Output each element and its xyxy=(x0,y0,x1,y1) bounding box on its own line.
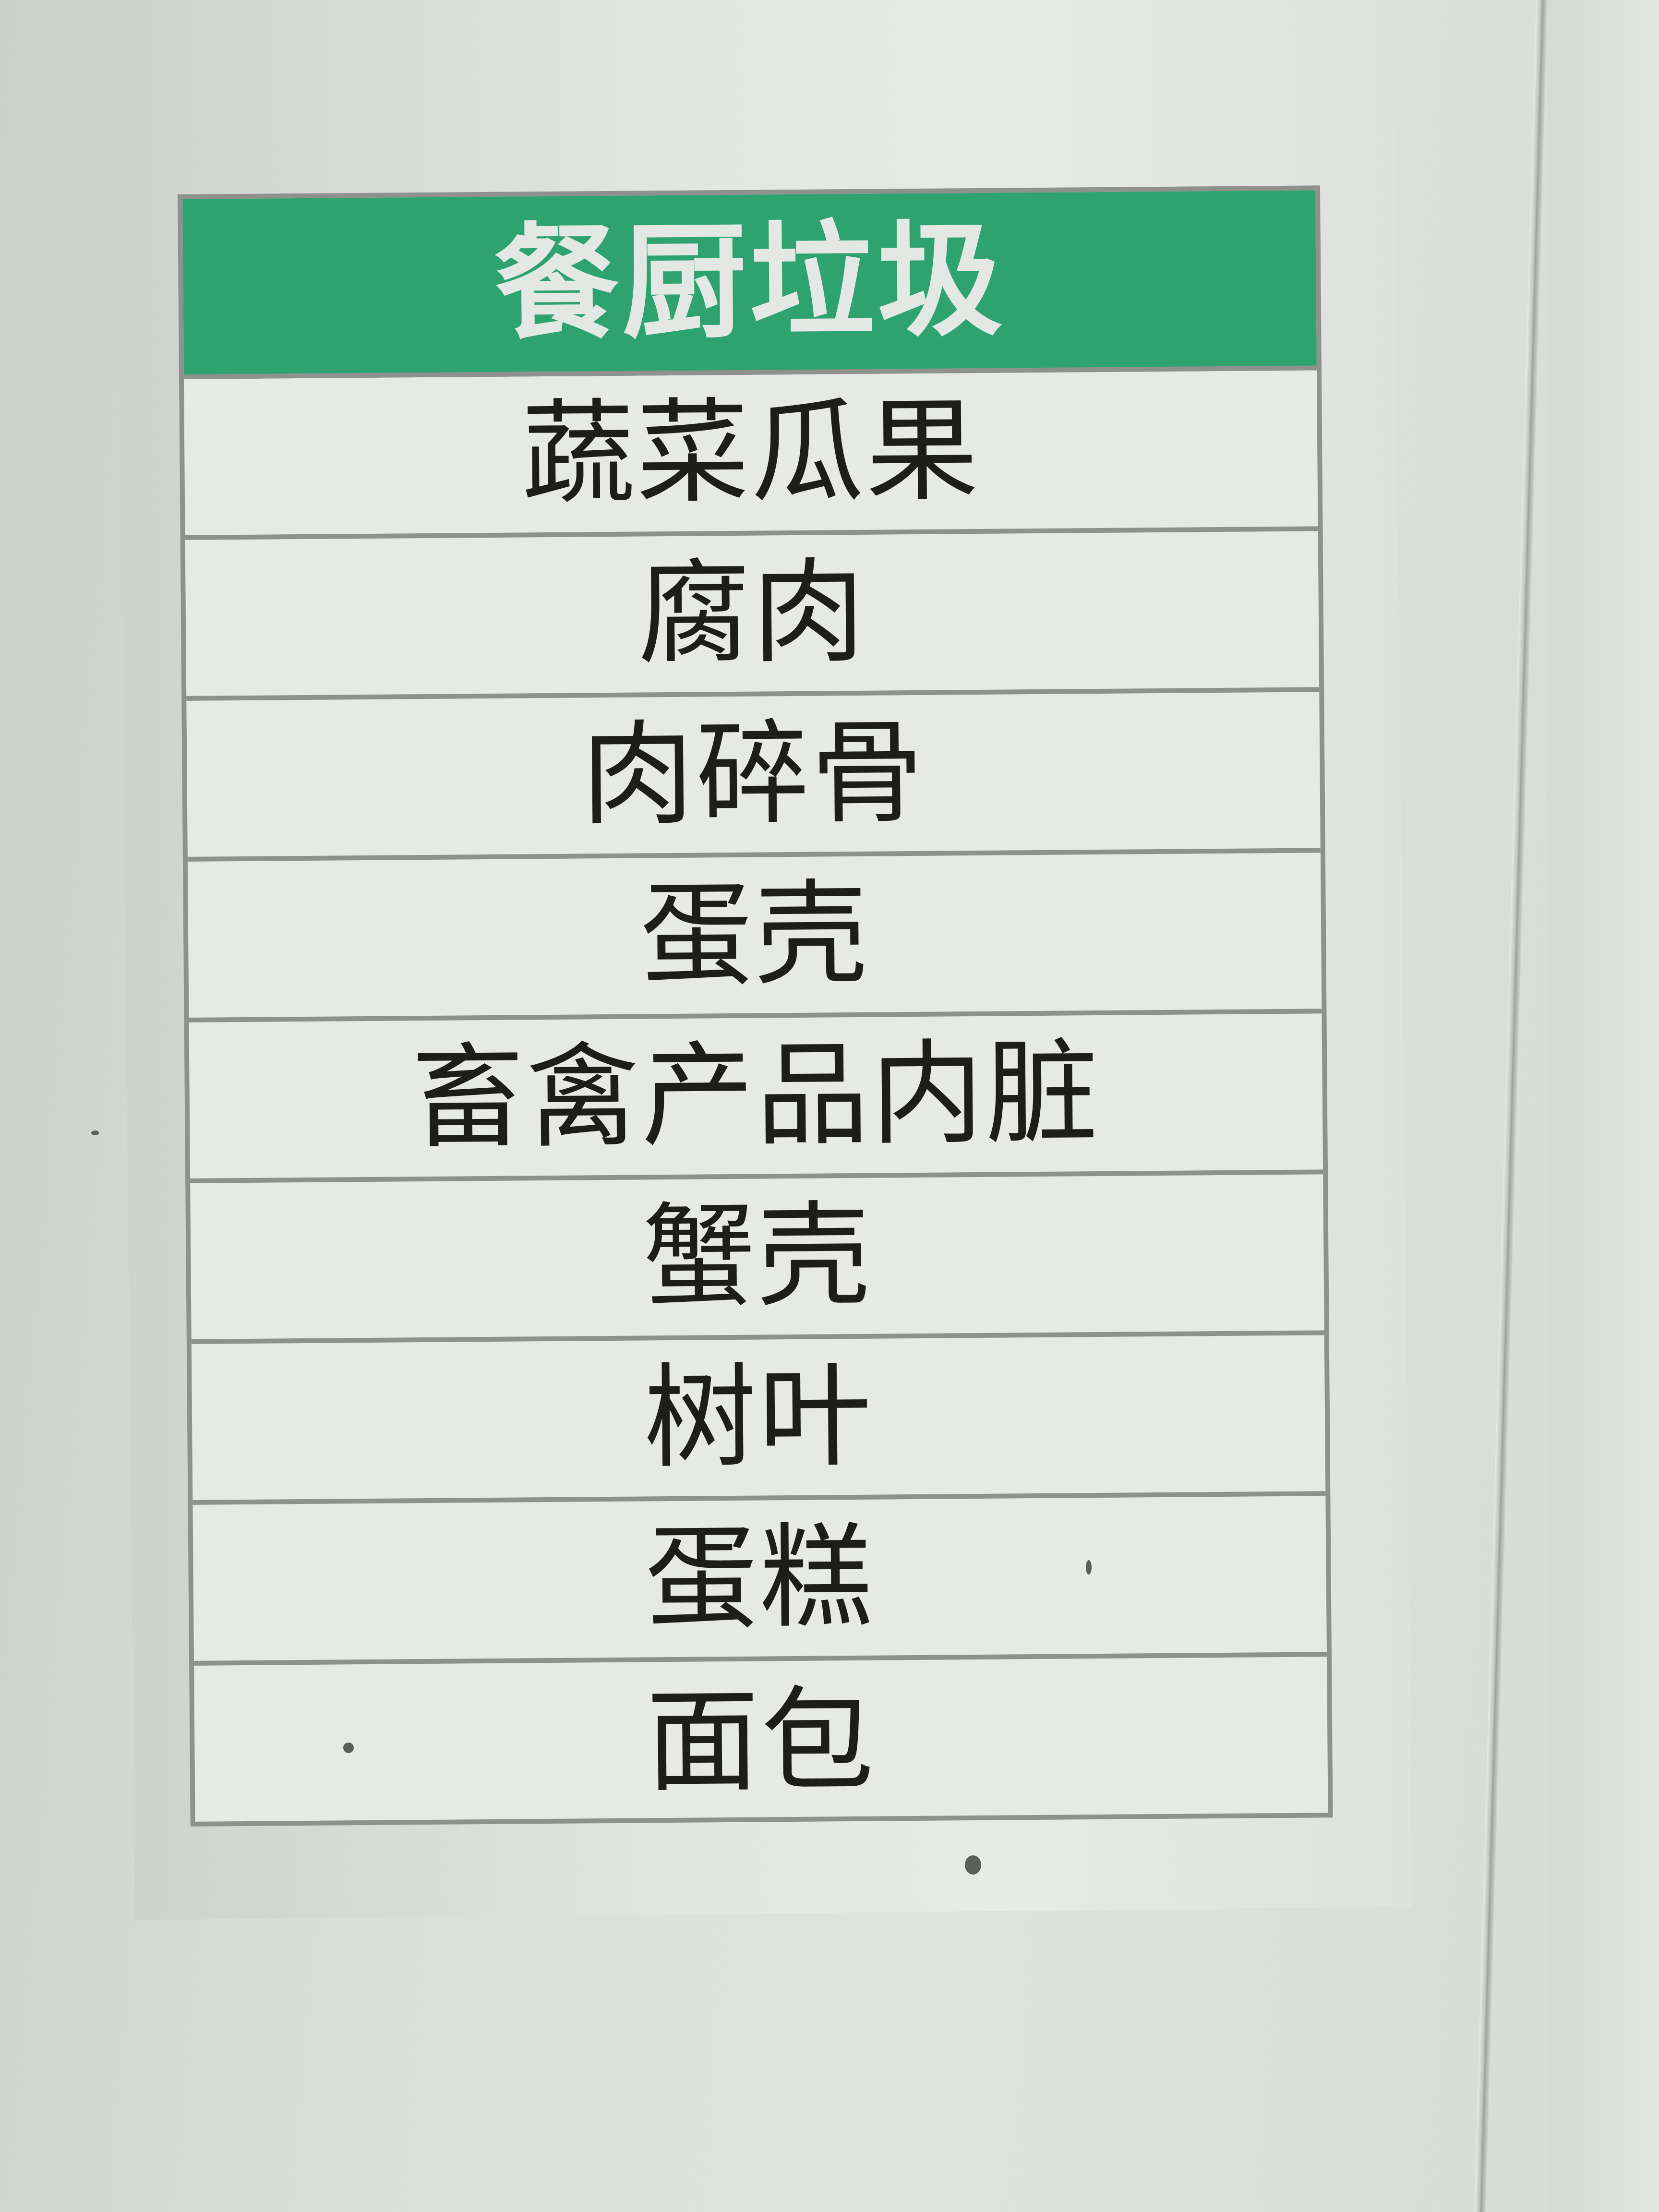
list-item-label: 面包 xyxy=(646,1675,877,1808)
list-item-label: 蛋壳 xyxy=(639,868,870,1002)
dirt-speck xyxy=(965,1855,981,1875)
list-item-label: 腐肉 xyxy=(637,547,867,680)
waste-category-table: 餐厨垃圾 蔬菜瓜果 腐肉 肉碎骨 蛋壳 畜禽产品内脏 蟹壳 树叶 蛋糕 面包 xyxy=(178,185,1333,1827)
list-item: 蛋糕 xyxy=(192,1496,1327,1666)
list-item: 树叶 xyxy=(191,1335,1326,1505)
dirt-speck xyxy=(1086,1560,1092,1575)
wall-right-strip xyxy=(1548,0,1659,2212)
list-item-label: 肉碎骨 xyxy=(580,707,926,842)
table-title: 餐厨垃圾 xyxy=(493,207,1006,357)
list-item: 腐肉 xyxy=(185,531,1320,701)
list-item-label: 蔬菜瓜果 xyxy=(521,385,981,520)
list-item-label: 蟹壳 xyxy=(642,1190,873,1323)
dirt-speck xyxy=(91,1130,99,1135)
list-item-label: 畜禽产品内脏 xyxy=(411,1027,1101,1165)
list-item: 蔬菜瓜果 xyxy=(184,370,1318,540)
list-item: 面包 xyxy=(194,1657,1328,1827)
list-item: 蛋壳 xyxy=(187,853,1322,1022)
table-header: 餐厨垃圾 xyxy=(182,190,1317,379)
dirt-speck xyxy=(343,1743,354,1753)
list-item: 蟹壳 xyxy=(190,1174,1324,1344)
list-item: 畜禽产品内脏 xyxy=(189,1013,1323,1183)
list-item-label: 树叶 xyxy=(643,1351,874,1484)
list-item: 肉碎骨 xyxy=(186,692,1321,862)
list-item-label: 蛋糕 xyxy=(644,1512,875,1645)
item-list: 蔬菜瓜果 腐肉 肉碎骨 蛋壳 畜禽产品内脏 蟹壳 树叶 蛋糕 面包 xyxy=(184,370,1328,1826)
